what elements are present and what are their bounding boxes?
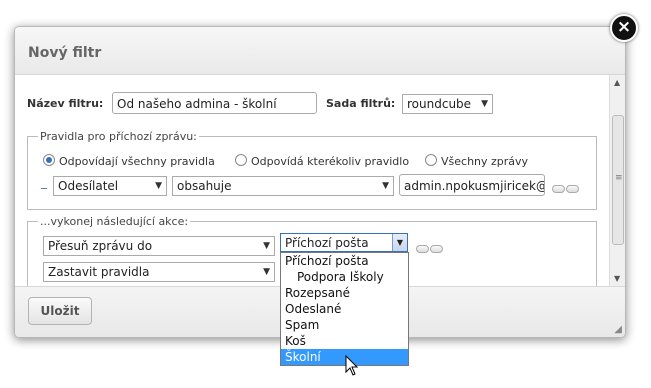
filter-set-label: Sada filtrů: xyxy=(326,97,396,110)
folder-option[interactable]: Odeslané xyxy=(281,301,408,317)
folder-dropdown-list: Příchozí pošta Podpora lškoly Rozepsané … xyxy=(280,252,409,366)
folder-option[interactable]: Podpora lškoly xyxy=(281,269,408,285)
action-type-select[interactable]: Přesuň zprávu do ▼ xyxy=(43,236,275,256)
chevron-down-icon: ▼ xyxy=(263,241,270,251)
save-button[interactable]: Uložit xyxy=(28,297,92,325)
folder-select[interactable]: Příchozí pošta ▼ xyxy=(280,233,408,252)
action2-type-value: Zastavit pravidla xyxy=(48,265,150,279)
scroll-up-icon[interactable]: ▲ xyxy=(614,78,620,87)
radio-all-messages[interactable]: Všechny zprávy xyxy=(425,154,528,168)
rule-header-value: Odesílatel xyxy=(58,179,119,193)
folder-option[interactable]: Rozepsané xyxy=(281,285,408,301)
add-rule-button[interactable] xyxy=(552,185,565,193)
chevron-down-icon: ▼ xyxy=(155,181,162,191)
folder-select-value: Příchozí pošta xyxy=(285,236,369,250)
filter-name-input[interactable]: Od našeho admina - školní xyxy=(112,92,317,114)
mouse-cursor-icon xyxy=(345,355,359,376)
radio-unselected-icon xyxy=(425,154,437,166)
filter-set-select[interactable]: roundcube ▼ xyxy=(402,94,493,114)
radio-unselected-icon xyxy=(235,154,247,166)
radio-any-rule[interactable]: Odpovídá kterékoliv pravidlo xyxy=(235,154,409,168)
rule-header-select[interactable]: Odesílatel ▼ xyxy=(53,176,167,196)
content-scrollbar[interactable]: ▲ ≡ ▼ xyxy=(609,75,625,286)
rule-operator-select[interactable]: obsahuje ▼ xyxy=(172,176,394,196)
filter-set-value: roundcube xyxy=(407,97,472,111)
dialog-title: Nový filtr xyxy=(28,45,102,61)
dialog-titlebar[interactable]: Nový filtr xyxy=(15,27,625,75)
chevron-down-icon: ▼ xyxy=(382,181,389,191)
action-type-value: Přesuň zprávu do xyxy=(48,239,153,253)
remove-action-button[interactable] xyxy=(430,245,443,253)
rule-operator-value: obsahuje xyxy=(177,179,232,193)
add-action-button[interactable] xyxy=(416,245,429,253)
chevron-down-icon[interactable]: ▼ xyxy=(392,234,407,251)
chevron-down-icon: ▼ xyxy=(481,99,488,109)
actions-legend: ...vykonej následující akce: xyxy=(40,215,189,228)
chevron-down-icon: ▼ xyxy=(263,267,270,277)
radio-all-rules[interactable]: Odpovídají všechny pravidla xyxy=(43,154,215,168)
rules-legend: Pravidla pro příchozí zprávu: xyxy=(40,130,197,143)
grip-icon: ≡ xyxy=(615,173,623,183)
close-icon[interactable]: × xyxy=(610,14,638,42)
scrollbar-thumb[interactable]: ≡ xyxy=(612,115,624,245)
scroll-down-icon[interactable]: ▼ xyxy=(614,274,620,283)
filter-name-label: Název filtru: xyxy=(27,97,104,110)
action2-type-select[interactable]: Zastavit pravidla ▼ xyxy=(43,262,275,282)
rule-row-marker: _ xyxy=(41,175,47,189)
rule-target-input[interactable]: admin.npokusmjiricek@ xyxy=(399,174,545,196)
radio-any-label: Odpovídá kterékoliv pravidlo xyxy=(251,155,410,168)
folder-option[interactable]: Koš xyxy=(281,333,408,349)
rules-fieldset: Pravidla pro příchozí zprávu: xyxy=(27,130,597,210)
folder-option[interactable]: Spam xyxy=(281,317,408,333)
remove-rule-button[interactable] xyxy=(566,185,579,193)
radio-every-label: Všechny zprávy xyxy=(441,155,529,168)
radio-all-label: Odpovídají všechny pravidla xyxy=(59,155,215,168)
folder-option[interactable]: Příchozí pošta xyxy=(281,253,408,269)
resize-handle-icon[interactable]: ◢ xyxy=(614,324,622,335)
radio-selected-icon xyxy=(43,154,55,166)
